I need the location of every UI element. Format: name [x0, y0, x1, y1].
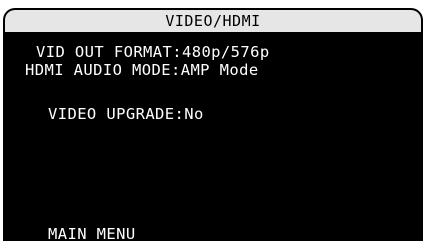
- menu-item-label: HDMI AUDIO MODE:: [25, 61, 181, 79]
- menu-item-vid-out-format[interactable]: VID OUT FORMAT:480p/576p: [36, 43, 270, 61]
- menu-item-video-upgrade[interactable]: VIDEO UPGRADE:No: [48, 105, 204, 123]
- menu-item-hdmi-audio-mode[interactable]: HDMI AUDIO MODE:AMP Mode: [25, 61, 259, 79]
- main-menu-item[interactable]: MAIN MENU: [48, 225, 136, 241]
- osd-screen: VIDEO/HDMI VID OUT FORMAT:480p/576p HDMI…: [3, 8, 423, 241]
- menu-item-value: AMP Mode: [180, 61, 259, 79]
- menu-item-label: VIDEO UPGRADE:: [48, 105, 185, 123]
- menu-item-value: No: [184, 105, 204, 123]
- menu-item-value: 480p/576p: [181, 43, 270, 61]
- page-title: VIDEO/HDMI: [5, 10, 421, 32]
- menu-item-label: VID OUT FORMAT:: [36, 43, 182, 61]
